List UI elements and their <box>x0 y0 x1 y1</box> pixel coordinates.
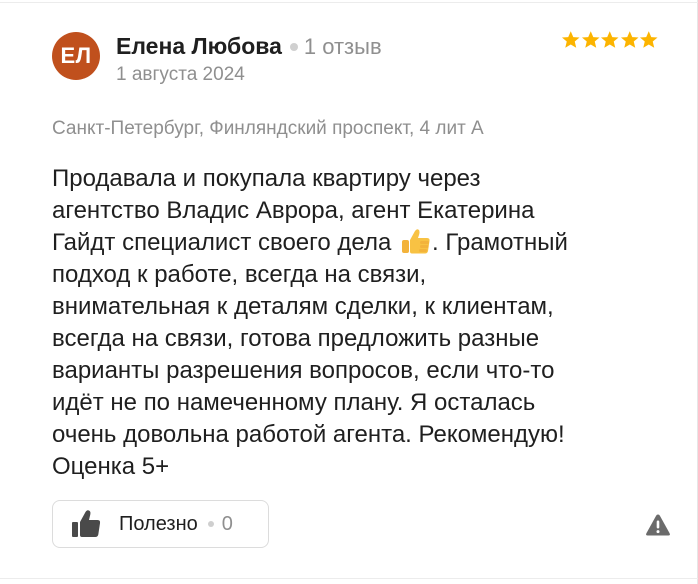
review-text: Продавала и покупала квартиру через аген… <box>52 163 652 483</box>
rating-stars <box>561 30 659 49</box>
business-address: Санкт-Петербург, Финляндский проспект, 4… <box>52 118 484 139</box>
separator-dot <box>289 42 298 51</box>
review-card: ЕЛ Елена Любова 1 отзыв 1 августа 2024 С… <box>0 0 698 584</box>
star-icon <box>639 31 658 48</box>
thumbs-up-icon <box>72 510 101 537</box>
review-date: 1 августа 2024 <box>116 64 245 85</box>
review-line: внимательная к деталям сделки, к клиента… <box>52 293 554 320</box>
review-line: Продавала и покупала квартиру через <box>52 165 481 192</box>
review-line: всегда на связи, готова предложить разны… <box>52 325 540 352</box>
avatar-initials: ЕЛ <box>60 43 92 68</box>
star-icon <box>620 31 639 48</box>
author-name[interactable]: Елена Любова <box>116 33 282 60</box>
review-line-part: Гайдт специалист своего дела <box>52 229 398 256</box>
author-row: Елена Любова 1 отзыв <box>116 33 382 60</box>
useful-label: Полезно <box>119 512 198 535</box>
useful-button[interactable]: Полезно 0 <box>52 500 269 548</box>
avatar[interactable]: ЕЛ <box>52 32 100 80</box>
star-icon <box>581 31 600 48</box>
author-review-count[interactable]: 1 отзыв <box>304 34 382 60</box>
divider-top <box>0 2 698 3</box>
review-line: варианты разрешения вопросов, если что-т… <box>52 357 555 384</box>
review-line-with-emoji: Гайдт специалист своего дела . Грамотный <box>52 227 652 259</box>
star-icon <box>600 31 619 48</box>
review-line: подход к работе, всегда на связи, <box>52 261 427 288</box>
review-line-part: . Грамотный <box>431 229 568 256</box>
useful-count: 0 <box>221 512 233 535</box>
divider-bottom <box>0 578 698 579</box>
star-icon <box>561 31 580 48</box>
review-line: очень довольна работой агента. Рекоменду… <box>52 421 565 448</box>
review-line: агентство Владис Аврора, агент Екатерина <box>52 197 535 224</box>
separator-dot <box>207 521 214 527</box>
warning-icon[interactable] <box>645 513 671 537</box>
review-line: идёт не по намеченному плану. Я осталась <box>52 389 536 416</box>
thumbs-up-emoji-icon <box>401 229 430 254</box>
review-line: Оценка 5+ <box>52 453 170 480</box>
